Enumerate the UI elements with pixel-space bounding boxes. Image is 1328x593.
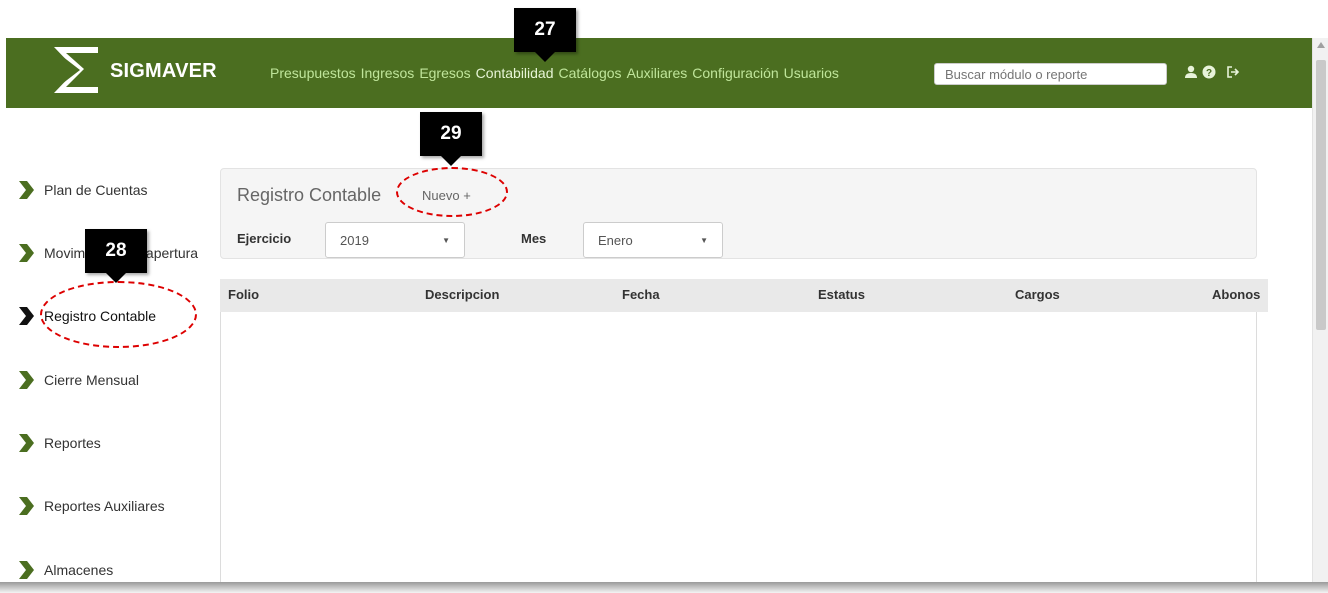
scroll-up-icon[interactable] (1317, 42, 1325, 48)
sidebar-item-label: Reportes (44, 435, 101, 451)
mes-label: Mes (521, 231, 547, 246)
sidebar-item-label: Plan de Cuentas (44, 182, 148, 198)
sidebar-item-reportes[interactable]: Reportes (16, 433, 101, 453)
column-header-fecha[interactable]: Fecha (622, 287, 660, 302)
scrollbar-thumb[interactable] (1316, 60, 1326, 330)
nav-catalogos[interactable]: Catálogos (559, 65, 622, 81)
sigma-logo-icon (54, 47, 98, 93)
highlight-registro-contable (40, 281, 197, 348)
app-logo[interactable]: SIGMAVER (50, 41, 217, 101)
bottom-edge (0, 582, 1328, 593)
column-header-abonos[interactable]: Abonos (1212, 287, 1260, 302)
callout-28: 28 (85, 229, 147, 283)
column-header-descripcion[interactable]: Descripcion (425, 287, 499, 302)
records-table-body (220, 279, 1257, 586)
page-title: Registro Contable (237, 185, 382, 205)
sidebar-item-cierre-mensual[interactable]: Cierre Mensual (16, 370, 139, 390)
chevron-right-icon (19, 244, 34, 262)
chevron-right-icon (19, 181, 34, 199)
browser-viewport: SIGMAVER Presupuestos Ingresos Egresos C… (6, 38, 1312, 586)
ejercicio-select[interactable]: 2019 ▼ (325, 222, 465, 258)
mes-value: Enero (598, 232, 633, 248)
filter-panel: Registro Contable Nuevo + Ejercicio 2019… (220, 168, 1257, 259)
help-icon[interactable]: ? (1202, 65, 1216, 79)
sidebar-item-label: Cierre Mensual (44, 372, 139, 388)
caret-down-icon: ▼ (442, 235, 450, 245)
logout-icon[interactable] (1226, 65, 1240, 79)
callout-29: 29 (420, 112, 482, 166)
nav-configuracion[interactable]: Configuración (692, 65, 778, 81)
header-icons: ? (1184, 65, 1240, 79)
nav-usuarios[interactable]: Usuarios (784, 65, 839, 81)
ejercicio-value: 2019 (340, 232, 369, 248)
callout-27: 27 (514, 8, 576, 62)
column-header-cargos[interactable]: Cargos (1015, 287, 1060, 302)
mes-select[interactable]: Enero ▼ (583, 222, 723, 258)
sidebar-item-almacenes[interactable]: Almacenes (16, 560, 113, 580)
ejercicio-label: Ejercicio (237, 231, 292, 246)
chevron-right-icon (19, 561, 34, 579)
chevron-right-icon (19, 434, 34, 452)
svg-text:?: ? (1206, 68, 1212, 79)
records-table-header: Folio Descripcion Fecha Estatus Cargos A… (220, 279, 1268, 312)
nav-egresos[interactable]: Egresos (419, 65, 470, 81)
nav-contabilidad[interactable]: Contabilidad (476, 65, 554, 81)
chevron-right-icon (19, 497, 34, 515)
highlight-nuevo (396, 167, 508, 217)
column-header-estatus[interactable]: Estatus (818, 287, 865, 302)
caret-down-icon: ▼ (700, 235, 708, 245)
search-input[interactable] (934, 63, 1167, 85)
sidebar-item-plan-de-cuentas[interactable]: Plan de Cuentas (16, 180, 148, 200)
nav-ingresos[interactable]: Ingresos (361, 65, 415, 81)
chevron-right-icon (19, 307, 34, 325)
sidebar-item-label: Reportes Auxiliares (44, 498, 165, 514)
top-navbar: SIGMAVER Presupuestos Ingresos Egresos C… (6, 38, 1312, 108)
vertical-scrollbar[interactable] (1312, 38, 1328, 586)
user-icon[interactable] (1184, 65, 1198, 79)
sidebar-item-label: Almacenes (44, 562, 114, 578)
nav-auxiliares[interactable]: Auxiliares (627, 65, 688, 81)
chevron-right-icon (19, 371, 34, 389)
column-header-folio[interactable]: Folio (228, 287, 259, 302)
sidebar-item-reportes-auxiliares[interactable]: Reportes Auxiliares (16, 496, 165, 516)
main-nav: Presupuestos Ingresos Egresos Contabilid… (270, 65, 844, 81)
nav-presupuestos[interactable]: Presupuestos (270, 65, 356, 81)
app-name: SIGMAVER (110, 59, 217, 82)
